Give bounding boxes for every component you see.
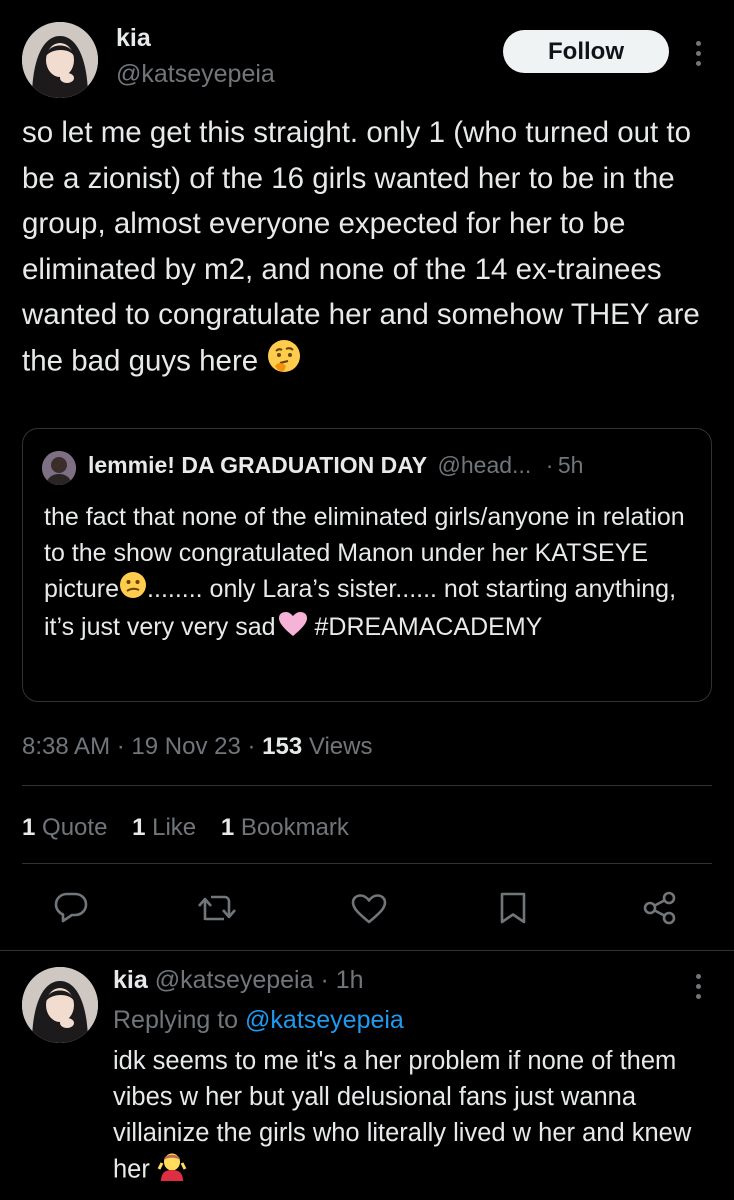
confused-face-icon bbox=[119, 571, 147, 609]
quote-text: the fact that none of the eliminated gir… bbox=[44, 499, 694, 647]
reply-author-handle[interactable]: @katseyepeia bbox=[155, 966, 314, 994]
share-icon[interactable] bbox=[642, 891, 678, 925]
quote-author-avatar[interactable] bbox=[42, 451, 76, 485]
quote-author-handle[interactable]: @head... bbox=[438, 452, 532, 478]
person-shrugging-icon bbox=[157, 1151, 187, 1191]
views-count: 153 bbox=[262, 733, 303, 760]
tweet-body: so let me get this straight. only 1 (who… bbox=[22, 116, 700, 378]
pink-heart-icon bbox=[278, 611, 308, 647]
replying-to-label: Replying to bbox=[113, 1006, 239, 1034]
tweet-meta: 8:38 AM · 19 Nov 23 · 153 Views bbox=[22, 733, 373, 760]
author-name[interactable]: kia bbox=[116, 24, 151, 53]
tweet-time[interactable]: 8:38 AM bbox=[22, 733, 110, 760]
divider bbox=[0, 950, 734, 951]
author-avatar[interactable] bbox=[22, 22, 98, 98]
reply-body: idk seems to me it's a her problem if no… bbox=[113, 1047, 692, 1184]
quote-author-name[interactable]: lemmie! DA GRADUATION DAY bbox=[88, 452, 427, 478]
follow-button[interactable]: Follow bbox=[503, 30, 669, 73]
reply-author-avatar[interactable] bbox=[22, 967, 98, 1043]
quote-time[interactable]: 5h bbox=[558, 452, 584, 478]
reply-author-name[interactable]: kia bbox=[113, 966, 148, 994]
thinking-face-icon bbox=[266, 338, 302, 388]
bookmark-icon[interactable] bbox=[498, 891, 528, 925]
bookmarks-stat[interactable]: 1 Bookmark bbox=[221, 814, 349, 841]
likes-stat[interactable]: 1 Like bbox=[132, 814, 196, 841]
reply-text: idk seems to me it's a her problem if no… bbox=[113, 1043, 713, 1191]
quote-hashtag[interactable]: #DREAMACADEMY bbox=[308, 613, 543, 641]
reply-time[interactable]: 1h bbox=[336, 966, 364, 994]
author-handle[interactable]: @katseyepeia bbox=[116, 60, 275, 89]
more-options-icon[interactable] bbox=[688, 36, 708, 76]
reply-header: kia @katseyepeia · 1h bbox=[113, 966, 364, 994]
tweet-stats: 1 Quote 1 Like 1 Bookmark bbox=[22, 814, 349, 842]
views-label: Views bbox=[308, 733, 373, 760]
reply-more-options-icon[interactable] bbox=[688, 969, 708, 1009]
replying-to-handle-link[interactable]: @katseyepeia bbox=[245, 1006, 404, 1034]
retweet-icon[interactable] bbox=[196, 892, 240, 924]
tweet-date[interactable]: 19 Nov 23 bbox=[131, 733, 240, 760]
like-icon[interactable] bbox=[351, 893, 387, 925]
divider bbox=[22, 863, 712, 864]
tweet-text: so let me get this straight. only 1 (who… bbox=[22, 110, 712, 387]
replying-to: Replying to @katseyepeia bbox=[113, 1006, 404, 1035]
reply-icon[interactable] bbox=[54, 891, 88, 923]
quotes-stat[interactable]: 1 Quote bbox=[22, 814, 107, 841]
quote-header: lemmie! DA GRADUATION DAY @head... · 5h bbox=[88, 452, 584, 478]
divider bbox=[22, 785, 712, 786]
